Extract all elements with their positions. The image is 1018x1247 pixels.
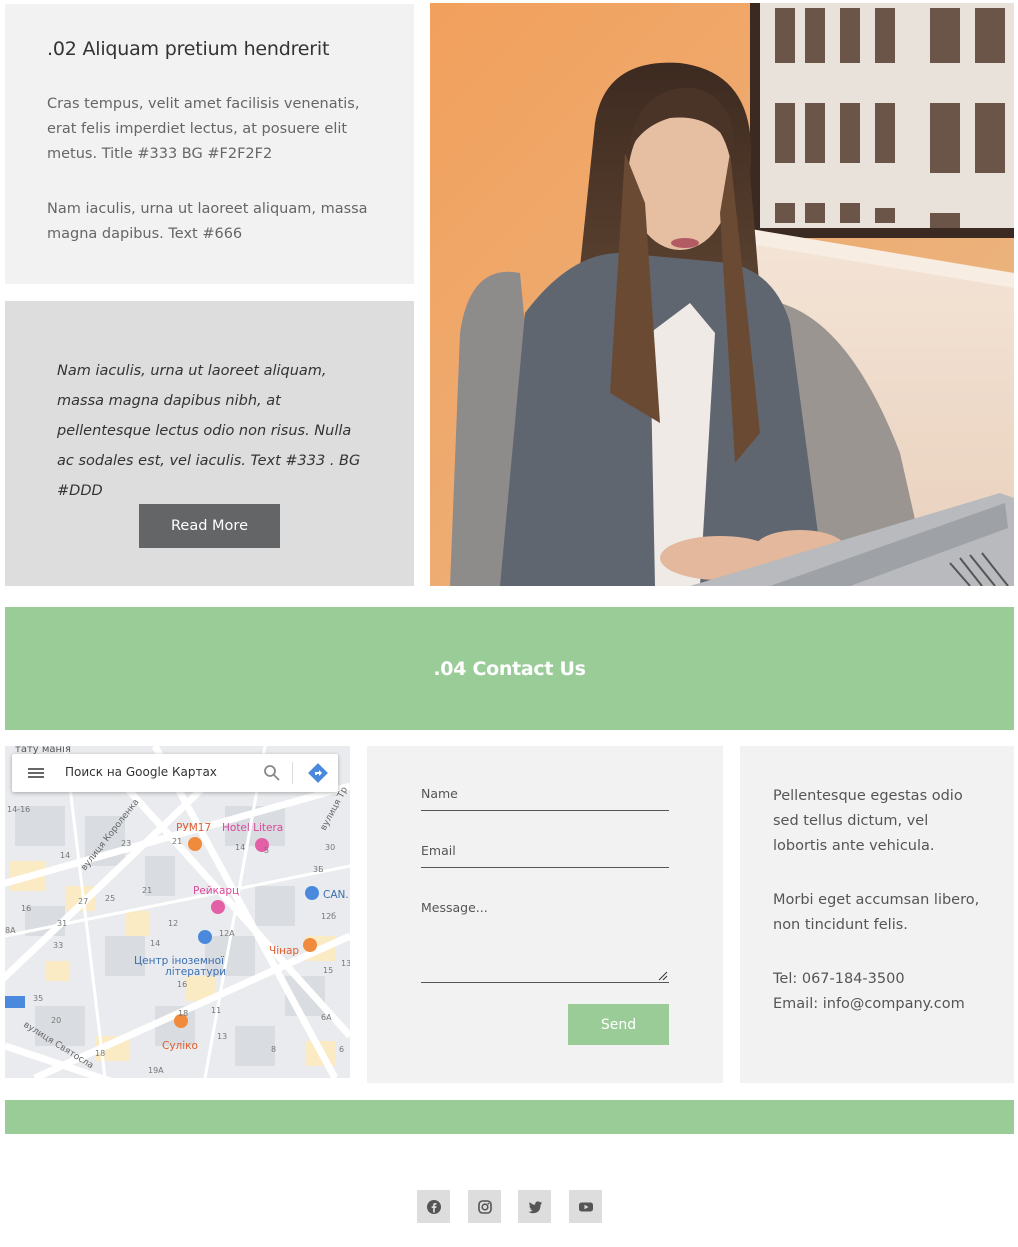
email-text[interactable]: Email: info@company.com bbox=[773, 996, 965, 1012]
svg-text:8A: 8A bbox=[5, 926, 16, 935]
map-label: літератури bbox=[165, 966, 226, 978]
svg-text:20: 20 bbox=[51, 1016, 61, 1025]
svg-text:25: 25 bbox=[105, 894, 115, 903]
map-marker-icon bbox=[303, 938, 317, 952]
svg-text:18: 18 bbox=[95, 1049, 105, 1058]
contact-details: Tel: 067-184-3500 Email: info@company.co… bbox=[773, 967, 984, 1017]
svg-text:21: 21 bbox=[172, 837, 182, 846]
svg-text:18: 18 bbox=[178, 1009, 188, 1018]
phone-text: Tel: 067-184-3500 bbox=[773, 971, 905, 987]
search-icon[interactable] bbox=[263, 764, 281, 787]
svg-text:21: 21 bbox=[142, 886, 152, 895]
directions-icon[interactable] bbox=[308, 763, 328, 788]
menu-icon[interactable] bbox=[28, 768, 44, 778]
svg-text:30: 30 bbox=[325, 843, 335, 852]
instagram-button[interactable] bbox=[468, 1190, 501, 1223]
map-label: CAN. bbox=[323, 889, 349, 901]
about-card: .02 Aliquam pretium hendrerit Cras tempu… bbox=[5, 4, 414, 284]
svg-text:16: 16 bbox=[177, 980, 187, 989]
svg-text:16: 16 bbox=[21, 904, 31, 913]
facebook-icon bbox=[426, 1199, 441, 1214]
map-marker-icon bbox=[305, 886, 319, 900]
name-field[interactable]: Name bbox=[421, 786, 669, 811]
info-paragraph-1: Pellentesque egestas odio sed tellus dic… bbox=[773, 788, 963, 854]
map-label: Чінар bbox=[269, 945, 299, 957]
contact-title: .04 Contact Us bbox=[433, 657, 586, 680]
map-label: Рейкарц bbox=[193, 885, 239, 897]
contact-form: Name Email Message... Send bbox=[367, 746, 723, 1083]
svg-text:13: 13 bbox=[217, 1032, 227, 1041]
svg-text:33: 33 bbox=[53, 941, 63, 950]
map-marker-icon bbox=[188, 837, 202, 851]
svg-text:13: 13 bbox=[341, 959, 350, 968]
map-canvas[interactable]: РУМ17 Hotel Litera Рейкарц CAN. Центр ін… bbox=[5, 746, 350, 1078]
map-search-bar[interactable]: Поиск на Google Картах bbox=[12, 754, 338, 792]
read-more-button[interactable]: Read More bbox=[139, 504, 280, 548]
map-marker-icon bbox=[198, 930, 212, 944]
map-marker-icon bbox=[211, 900, 225, 914]
facebook-button[interactable] bbox=[417, 1190, 450, 1223]
resize-handle-icon[interactable] bbox=[658, 971, 668, 981]
footer-divider-bar bbox=[5, 1100, 1014, 1134]
send-button[interactable]: Send bbox=[568, 1004, 669, 1045]
svg-text:14: 14 bbox=[235, 843, 245, 852]
google-map[interactable]: РУМ17 Hotel Litera Рейкарц CAN. Центр ін… bbox=[5, 746, 350, 1078]
message-placeholder: Message... bbox=[421, 900, 488, 915]
svg-text:23: 23 bbox=[121, 839, 131, 848]
svg-text:11: 11 bbox=[211, 1006, 221, 1015]
svg-text:14-16: 14-16 bbox=[7, 805, 30, 814]
map-label: Hotel Litera bbox=[222, 822, 283, 834]
map-search-input[interactable]: Поиск на Google Картах bbox=[65, 765, 217, 779]
svg-text:27: 27 bbox=[78, 897, 88, 906]
svg-text:35: 35 bbox=[33, 994, 43, 1003]
map-label: Суліко bbox=[162, 1040, 198, 1052]
svg-text:14: 14 bbox=[150, 939, 160, 948]
about-paragraph-1: Cras tempus, velit amet facilisis venena… bbox=[47, 96, 360, 162]
twitter-button[interactable] bbox=[518, 1190, 551, 1223]
quote-card: Nam iaculis, urna ut laoreet aliquam, ma… bbox=[5, 301, 414, 586]
svg-text:12: 12 bbox=[168, 919, 178, 928]
svg-text:6A: 6A bbox=[321, 1013, 332, 1022]
map-label: РУМ17 bbox=[176, 822, 211, 834]
svg-text:8: 8 bbox=[271, 1045, 276, 1054]
svg-text:12A: 12A bbox=[219, 929, 235, 938]
youtube-button[interactable] bbox=[569, 1190, 602, 1223]
woman-laptop-photo bbox=[430, 3, 1014, 586]
name-placeholder: Name bbox=[421, 786, 458, 801]
contact-info-card: Pellentesque egestas odio sed tellus dic… bbox=[740, 746, 1014, 1083]
message-field[interactable]: Message... bbox=[421, 900, 669, 983]
svg-text:6: 6 bbox=[339, 1045, 344, 1054]
youtube-icon bbox=[578, 1202, 593, 1211]
svg-text:14: 14 bbox=[60, 851, 70, 860]
search-divider bbox=[292, 762, 293, 784]
twitter-icon bbox=[527, 1200, 542, 1213]
svg-text:12б: 12б bbox=[321, 912, 336, 921]
quote-text: Nam iaculis, urna ut laoreet aliquam, ma… bbox=[57, 363, 361, 499]
contact-banner: .04 Contact Us bbox=[5, 607, 1014, 730]
email-field[interactable]: Email bbox=[421, 843, 669, 868]
svg-text:15: 15 bbox=[323, 966, 333, 975]
about-paragraph-2: Nam iaculis, urna ut laoreet aliquam, ma… bbox=[47, 201, 368, 242]
svg-text:31: 31 bbox=[57, 919, 67, 928]
svg-text:19A: 19A bbox=[148, 1066, 164, 1075]
svg-text:5: 5 bbox=[264, 846, 269, 855]
svg-text:3Б: 3Б bbox=[313, 865, 324, 874]
email-placeholder: Email bbox=[421, 843, 456, 858]
about-title: .02 Aliquam pretium hendrerit bbox=[47, 38, 330, 60]
instagram-icon bbox=[477, 1199, 492, 1214]
info-paragraph-2: Morbi eget accumsan libero, non tincidun… bbox=[773, 892, 980, 933]
